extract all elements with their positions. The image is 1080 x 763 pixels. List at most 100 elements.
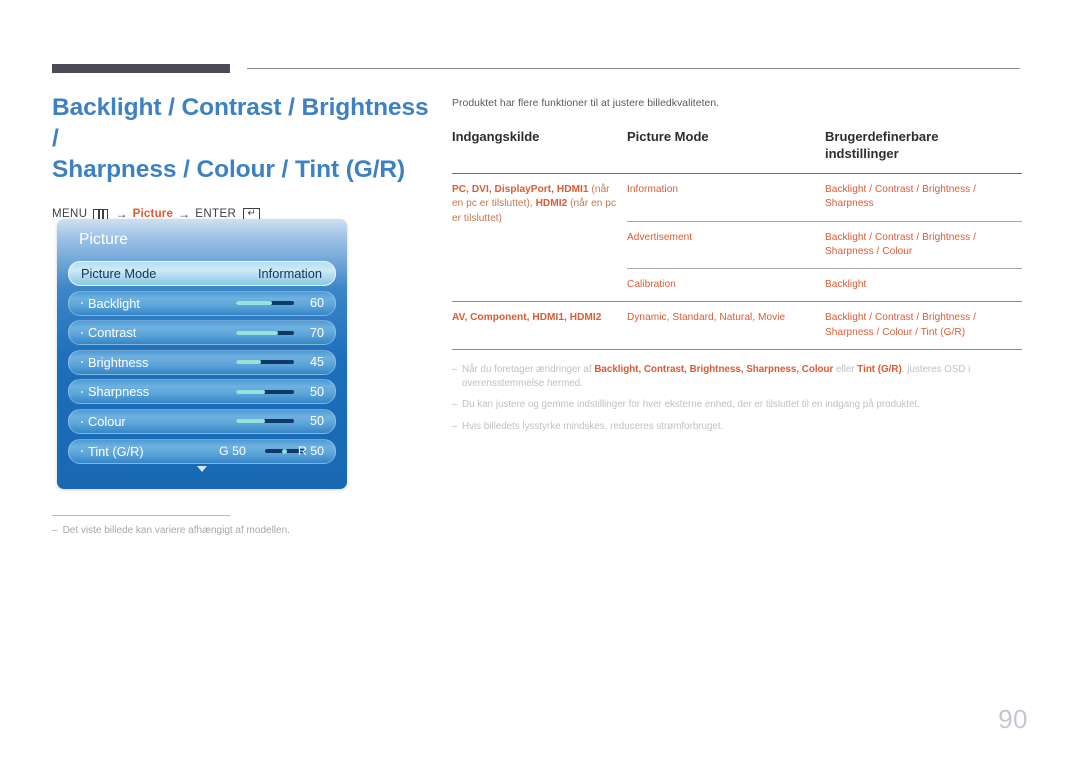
osd-row-label-text: Backlight: [88, 295, 140, 311]
osd-slider-sharpness[interactable]: [236, 389, 294, 394]
osd-row-number: 60: [309, 296, 324, 311]
intro-paragraph: Produktet har flere funktioner til at ju…: [452, 98, 720, 109]
osd-row-picture-mode[interactable]: Picture Mode Information: [68, 261, 336, 286]
osd-row-label: Picture Mode: [81, 266, 157, 281]
osd-slider-contrast[interactable]: [236, 330, 294, 335]
table-cell-mode: Information: [627, 173, 825, 222]
table-cell-mode: Calibration: [627, 268, 825, 302]
bullet-icon: [81, 420, 83, 423]
footnote-list: – Når du foretager ændringer af Backligh…: [452, 363, 1024, 433]
footnote-dash: –: [452, 399, 458, 411]
footnote-dash: –: [452, 420, 458, 432]
bullet-icon: [81, 361, 83, 364]
slider-fill: [236, 330, 278, 335]
osd-slider-brightness[interactable]: [236, 360, 294, 365]
osd-tint-red-value: R 50: [297, 444, 324, 459]
slider-fill: [236, 419, 265, 424]
slider-fill: [236, 360, 261, 365]
slider-fill: [236, 301, 272, 306]
footnote-item-1: – Når du foretager ændringer af Backligh…: [452, 363, 1024, 390]
osd-row-number: 45: [309, 355, 324, 370]
page-title: Backlight / Contrast / Brightness / Shar…: [52, 92, 432, 185]
osd-row-list: Picture Mode Information Backlight 60 Co…: [68, 261, 336, 468]
page-title-line2: Sharpness / Colour / Tint (G/R): [52, 156, 406, 183]
footnote-item: – Det viste billede kan variere afhængig…: [52, 524, 372, 538]
osd-row-label: Sharpness: [69, 384, 149, 399]
table-header-custom-settings: Brugerdefinerbare indstillinger: [825, 128, 1022, 174]
footnote-prefix: Når du foretager ændringer af: [462, 364, 595, 376]
table-cell-source: AV, Component, HDMI1, HDMI2: [452, 301, 627, 350]
table-header-custom-settings-line2: indstillinger: [825, 146, 899, 161]
bullet-icon: [81, 391, 83, 393]
osd-row-backlight[interactable]: Backlight 60: [68, 290, 336, 316]
osd-tint-green-value: G 50: [219, 444, 246, 459]
table-cell-mode: Dynamic, Standard, Natural, Movie: [627, 301, 825, 350]
left-column: Backlight / Contrast / Brightness / Shar…: [52, 92, 432, 221]
table-bottom-rule: [452, 349, 1022, 351]
table-cell-settings: Backlight / Contrast / Brightness / Shar…: [825, 220, 1022, 269]
footnote-divider: [52, 515, 230, 516]
osd-row-label-text: Contrast: [88, 325, 137, 341]
osd-row-label: Brightness: [69, 355, 148, 370]
footnote-highlight: Tint (G/R): [857, 364, 902, 376]
bullet-icon: [81, 302, 83, 305]
osd-row-label: Contrast: [69, 325, 136, 340]
bullet-icon: [81, 331, 83, 334]
table-cell-settings: Backlight: [825, 268, 1022, 302]
chevron-down-icon[interactable]: [197, 466, 207, 472]
page-number: 90: [998, 704, 1028, 734]
osd-row-label: Backlight: [69, 296, 140, 311]
osd-row-sharpness[interactable]: Sharpness 50: [68, 379, 336, 405]
osd-row-tint[interactable]: Tint (G/R) G 50 R 50: [68, 438, 336, 464]
table-header-custom-settings-line1: Brugerdefinerbare: [825, 129, 939, 144]
slider-thumb: [282, 448, 287, 454]
picture-mode-spec-table: Indgangskilde Picture Mode Brugerdefiner…: [452, 128, 1022, 351]
footnote-text: Det viste billede kan variere afhængigt …: [62, 525, 290, 536]
osd-row-number: 50: [309, 384, 324, 399]
osd-row-label-text: Brightness: [88, 354, 149, 370]
osd-row-number: 70: [309, 325, 324, 340]
menu-bars-icon: [93, 208, 109, 220]
table-row: AV, Component, HDMI1, HDMI2 Dynamic, Sta…: [452, 301, 1022, 350]
table-header-source: Indgangskilde: [452, 128, 627, 174]
table-cell-source: PC, DVI, DisplayPort, HDMI1 (når en pc e…: [452, 184, 617, 224]
footnote-text: Hvis billedets lysstyrke mindskes, reduc…: [462, 420, 724, 432]
bullet-icon: [81, 450, 83, 453]
left-footnote-block: – Det viste billede kan variere afhængig…: [52, 515, 372, 538]
src-token: DVI: [471, 184, 489, 195]
osd-menu-title: Picture: [79, 231, 128, 248]
osd-row-label-text: Sharpness: [88, 384, 150, 400]
osd-picture-menu: Picture Picture Mode Information Backlig…: [57, 219, 347, 489]
footnote-text: Når du foretager ændringer af Backlight,…: [462, 363, 1024, 390]
osd-row-label-text: Colour: [88, 413, 126, 429]
table-cell-mode: Advertisement: [627, 220, 825, 269]
osd-row-label: Tint (G/R): [69, 444, 144, 459]
src-token: DisplayPort: [494, 184, 552, 195]
osd-row-number: 50: [309, 414, 324, 429]
page-header-rule: [52, 64, 1020, 73]
right-column: Produktet har flere funktioner til at ju…: [452, 98, 1022, 441]
osd-row-colour[interactable]: Colour 50: [68, 408, 336, 434]
src-token: HDMI1: [556, 184, 589, 195]
src-token: PC: [452, 184, 467, 195]
osd-row-value: Information: [257, 266, 322, 281]
table-cell-settings: Backlight / Contrast / Brightness / Shar…: [825, 173, 1022, 222]
header-thin-rule: [247, 68, 1020, 69]
osd-row-label-text: Tint (G/R): [88, 443, 144, 459]
page-title-line1: Backlight / Contrast / Brightness /: [52, 94, 429, 152]
table-row: PC, DVI, DisplayPort, HDMI1 (når en pc e…: [452, 173, 1022, 224]
footnote-text: Du kan justere og gemme indstillinger fo…: [462, 399, 920, 411]
footnote-middle: eller: [833, 364, 858, 376]
slider-fill: [236, 389, 265, 394]
footnote-dash: –: [452, 364, 458, 376]
osd-slider-backlight[interactable]: [236, 301, 294, 306]
footnote-item-3: – Hvis billedets lysstyrke mindskes, red…: [452, 420, 1024, 434]
table-header-row: Indgangskilde Picture Mode Brugerdefiner…: [452, 128, 1022, 174]
src-token: HDMI2: [535, 198, 568, 210]
footnote-dash: –: [52, 525, 58, 536]
osd-row-contrast[interactable]: Contrast 70: [68, 320, 336, 346]
header-accent-bar: [52, 64, 230, 73]
osd-slider-colour[interactable]: [236, 419, 294, 424]
osd-row-brightness[interactable]: Brightness 45: [68, 349, 336, 375]
footnote-highlight: Backlight, Contrast, Brightness, Sharpne…: [594, 364, 834, 376]
